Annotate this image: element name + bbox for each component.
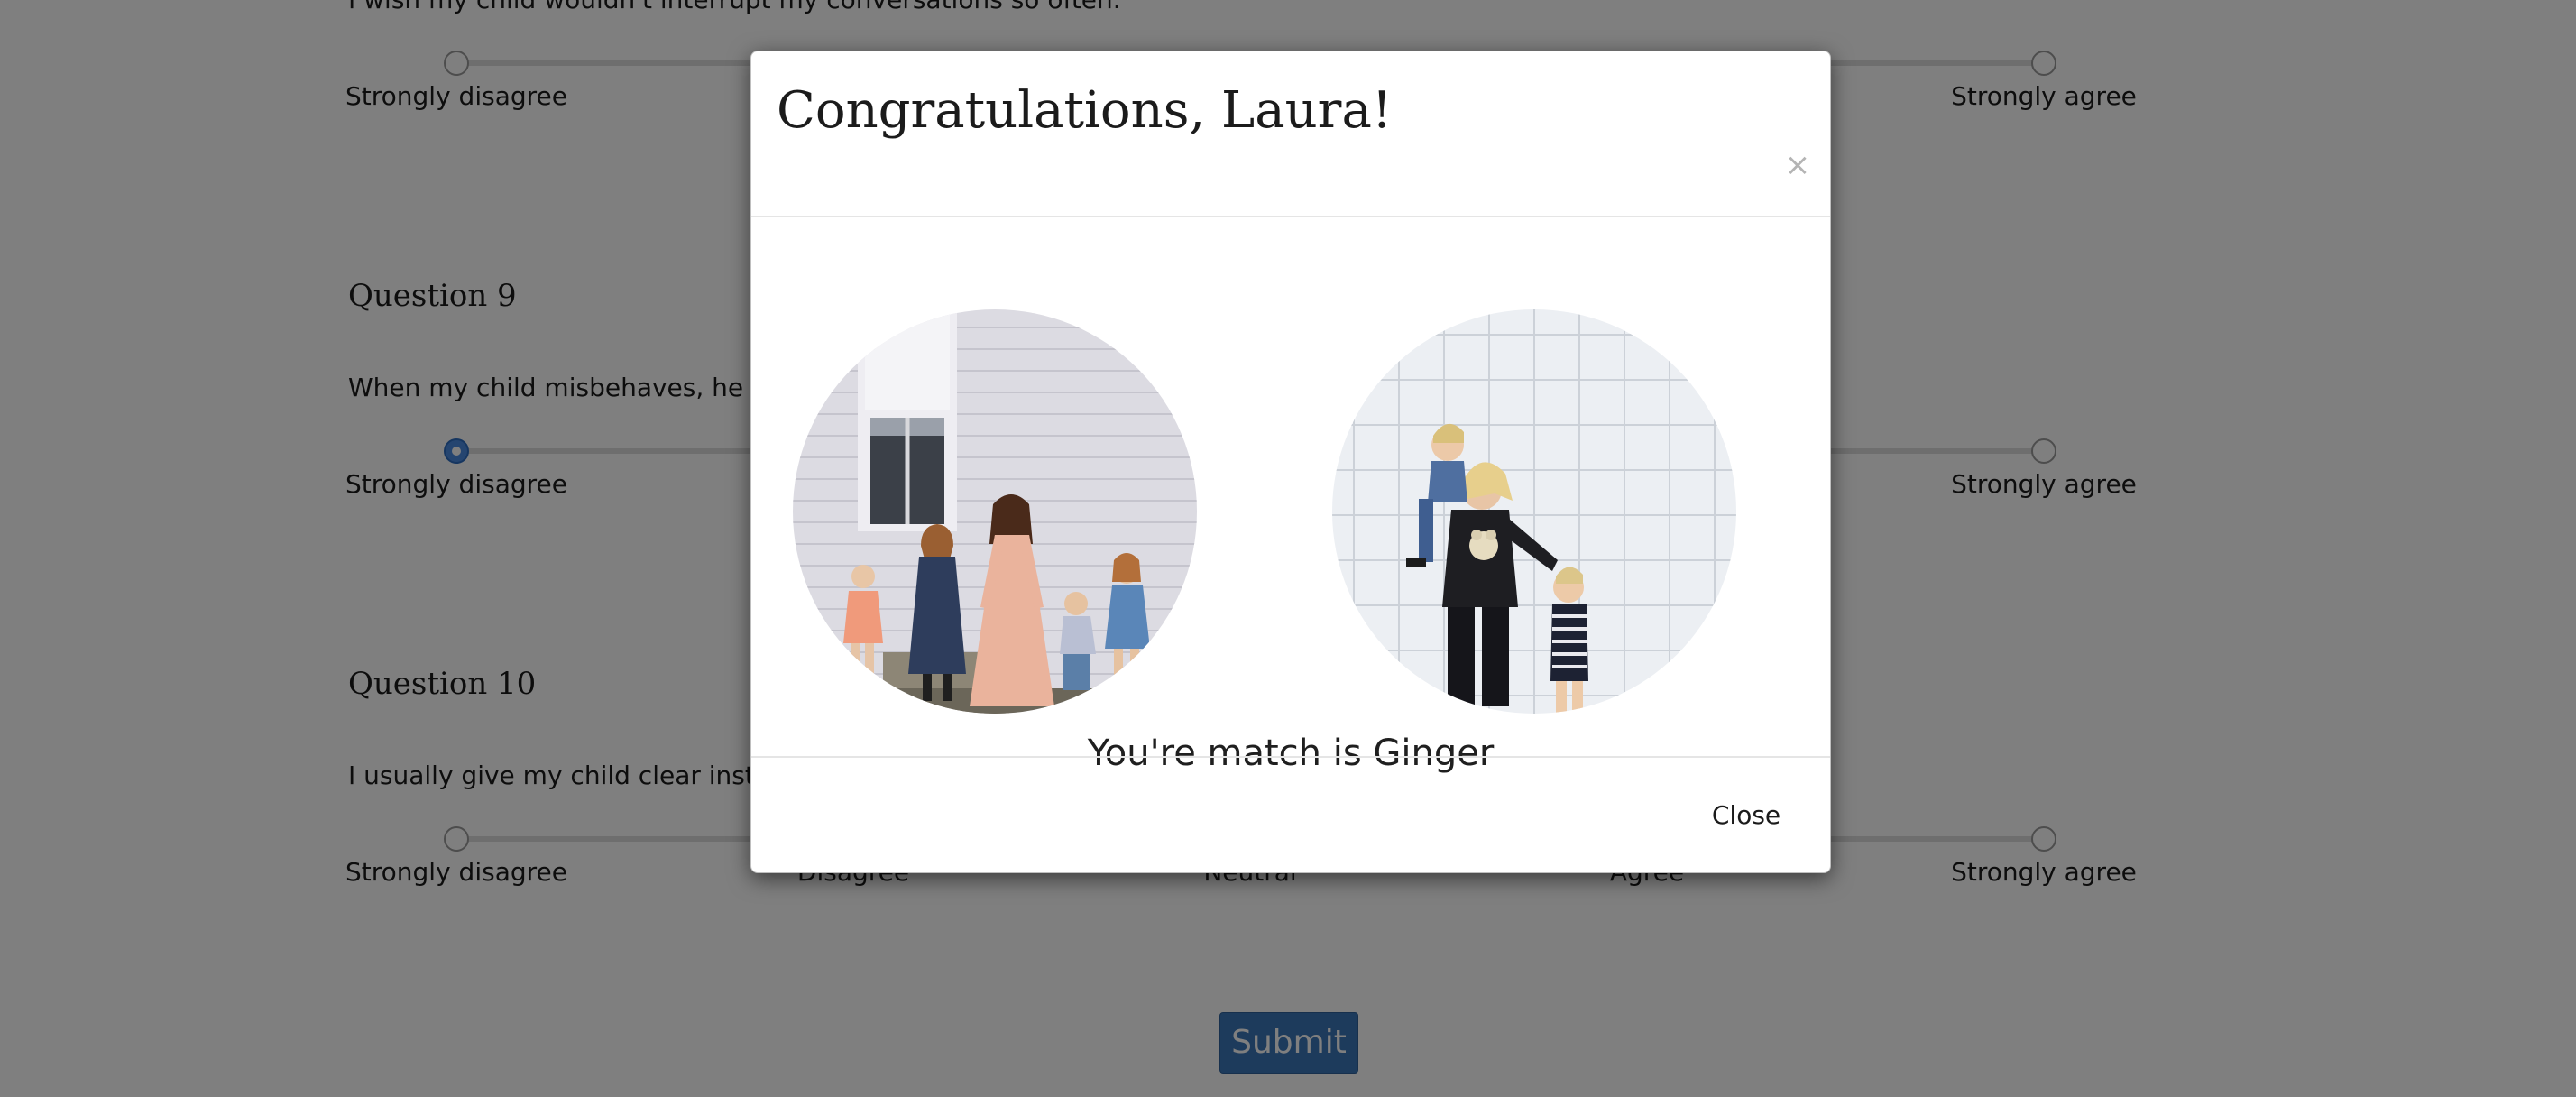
modal-body: You're match is Ginger (751, 217, 1830, 807)
close-icon[interactable]: × (1780, 147, 1816, 183)
match-result-modal: Congratulations, Laura! × You're match i… (750, 51, 1831, 873)
modal-header: Congratulations, Laura! × (751, 51, 1830, 217)
family-photo-left (793, 309, 1197, 714)
modal-title: Congratulations, Laura! (777, 81, 1393, 140)
close-button[interactable]: Close (1697, 790, 1796, 841)
modal-footer: Close (751, 756, 1830, 872)
family-photo-left-image (793, 309, 1197, 714)
family-photo-right (1332, 309, 1736, 714)
family-photo-right-image (1332, 309, 1736, 714)
